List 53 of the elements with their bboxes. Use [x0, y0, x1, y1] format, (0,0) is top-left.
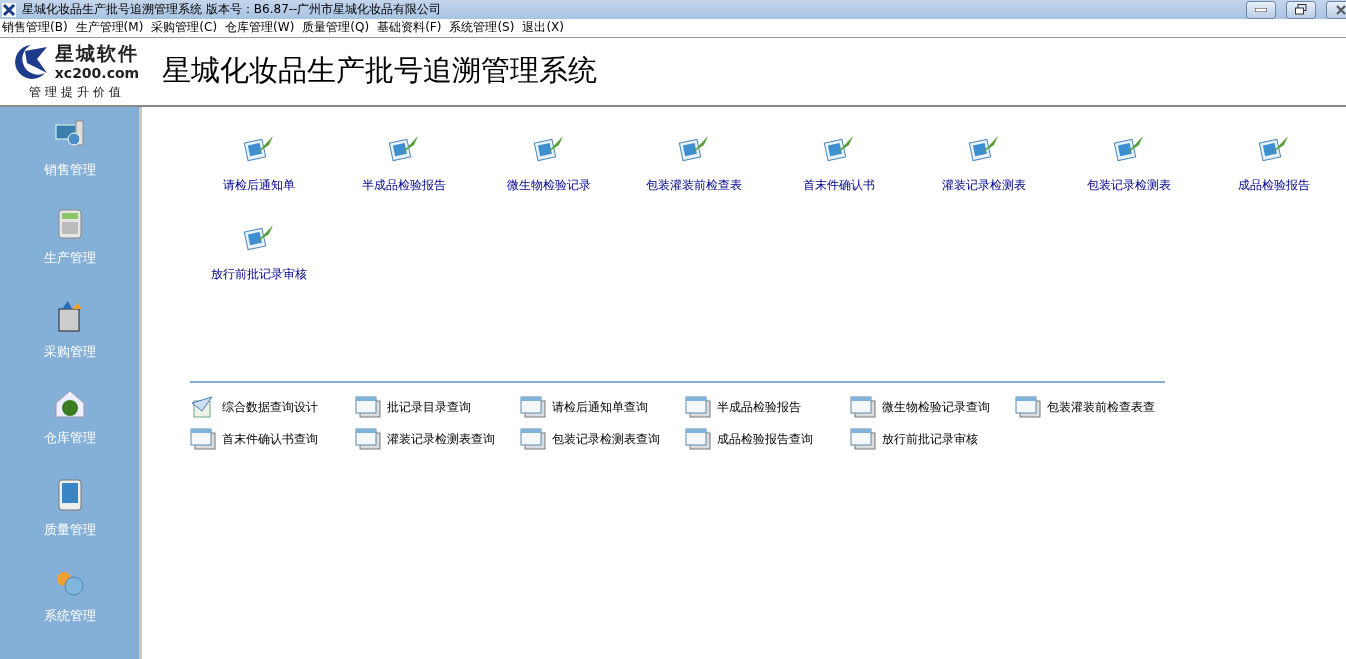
- form-shortcut[interactable]: 灌装记录检测表: [941, 133, 1026, 194]
- minimize-icon: [1255, 7, 1267, 12]
- query-shortcut[interactable]: 综合数据查询设计: [190, 393, 355, 421]
- close-button[interactable]: [1326, 0, 1346, 19]
- form-shortcut[interactable]: 微生物检验记录: [506, 133, 591, 194]
- window-icon: [355, 428, 381, 450]
- menu-item[interactable]: 销售管理(B): [0, 19, 74, 37]
- logo-name: 星城软件: [54, 41, 140, 67]
- menu-item[interactable]: 系统管理(S): [447, 19, 521, 37]
- app-icon: [2, 2, 16, 17]
- query-shortcut[interactable]: 批记录目录查询: [355, 393, 520, 421]
- close-icon: [1336, 4, 1346, 15]
- menu-item[interactable]: 采购管理(C): [149, 19, 224, 37]
- query-shortcut[interactable]: 成品检验报告查询: [685, 425, 850, 453]
- query-shortcut[interactable]: 请检后通知单查询: [520, 393, 685, 421]
- tablet-icon: [56, 479, 83, 511]
- query-shortcut[interactable]: 放行前批记录审核: [850, 425, 1015, 453]
- form-shortcut[interactable]: 放行前批记录审核: [210, 222, 307, 283]
- window-icon: [850, 396, 876, 418]
- window-icon: [520, 428, 546, 450]
- window-icon: [520, 396, 546, 418]
- query-shortcut[interactable]: 微生物检验记录查询: [850, 393, 1015, 421]
- window-icon: [685, 428, 711, 450]
- form-shortcut[interactable]: 半成品检验报告: [361, 133, 446, 194]
- system-title: 星城化妆品生产批号追溯管理系统: [162, 52, 597, 90]
- form-shortcut[interactable]: 成品检验报告: [1237, 133, 1310, 194]
- window-icon: [1015, 396, 1041, 418]
- menu-item[interactable]: 质量管理(Q): [300, 19, 376, 37]
- minimize-button[interactable]: [1246, 0, 1276, 19]
- form-shortcut[interactable]: 请检后通知单: [222, 133, 295, 194]
- query-shortcut[interactable]: 半成品检验报告: [685, 393, 850, 421]
- menu-item[interactable]: 生产管理(M): [73, 19, 150, 37]
- query-shortcut[interactable]: 包装灌装前检查表查: [1015, 393, 1165, 421]
- pencil-document-icon: [190, 395, 216, 419]
- query-shortcut[interactable]: 包装记录检测表查询: [520, 425, 685, 453]
- window-icon: [850, 428, 876, 450]
- query-shortcut[interactable]: 首末件确认书查询: [190, 425, 355, 453]
- restore-icon: [1295, 4, 1307, 16]
- menu-item[interactable]: 退出(X): [520, 19, 570, 37]
- window-icon: [190, 428, 216, 450]
- window-icon: [355, 396, 381, 418]
- menu-item[interactable]: 基础资料(F): [375, 19, 448, 37]
- window-icon: [685, 396, 711, 418]
- form-shortcut[interactable]: 包装灌装前检查表: [645, 133, 742, 194]
- logo-site: xc200.com: [54, 67, 140, 81]
- form-shortcut[interactable]: 首末件确认书: [802, 133, 875, 194]
- window-title: 星城化妆品生产批号追溯管理系统 版本号：B6.87--广州市星城化妆品有限公司: [22, 1, 443, 19]
- query-shortcut[interactable]: 灌装记录检测表查询: [355, 425, 520, 453]
- menu-item[interactable]: 仓库管理(W): [223, 19, 301, 37]
- calculator-icon: [55, 209, 84, 239]
- form-shortcut[interactable]: 包装记录检测表: [1086, 133, 1171, 194]
- slogan: 管 理 提 升 价 值: [29, 84, 121, 102]
- restore-button[interactable]: [1286, 0, 1316, 19]
